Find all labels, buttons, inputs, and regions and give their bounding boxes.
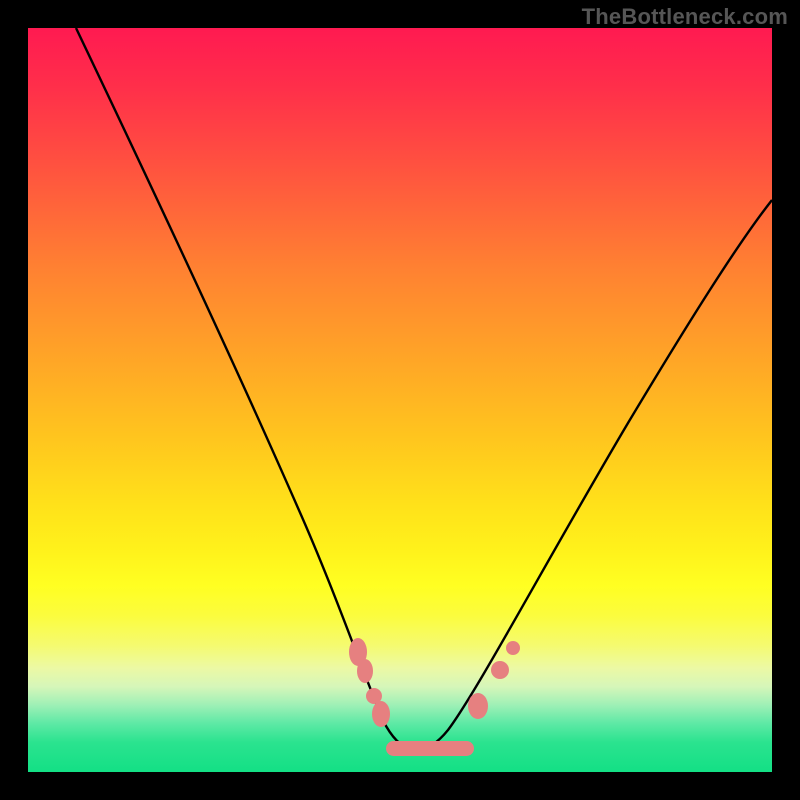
curve-path [76, 28, 772, 750]
chart-plot-area [28, 28, 772, 772]
outer-frame: TheBottleneck.com [0, 0, 800, 800]
bottleneck-curve [28, 28, 772, 772]
watermark-text: TheBottleneck.com [582, 4, 788, 30]
marker-dot [372, 701, 390, 727]
marker-dot [491, 661, 509, 679]
marker-pill [386, 741, 474, 756]
marker-dot [506, 641, 520, 655]
marker-dot [468, 693, 488, 719]
marker-dot [357, 659, 373, 683]
